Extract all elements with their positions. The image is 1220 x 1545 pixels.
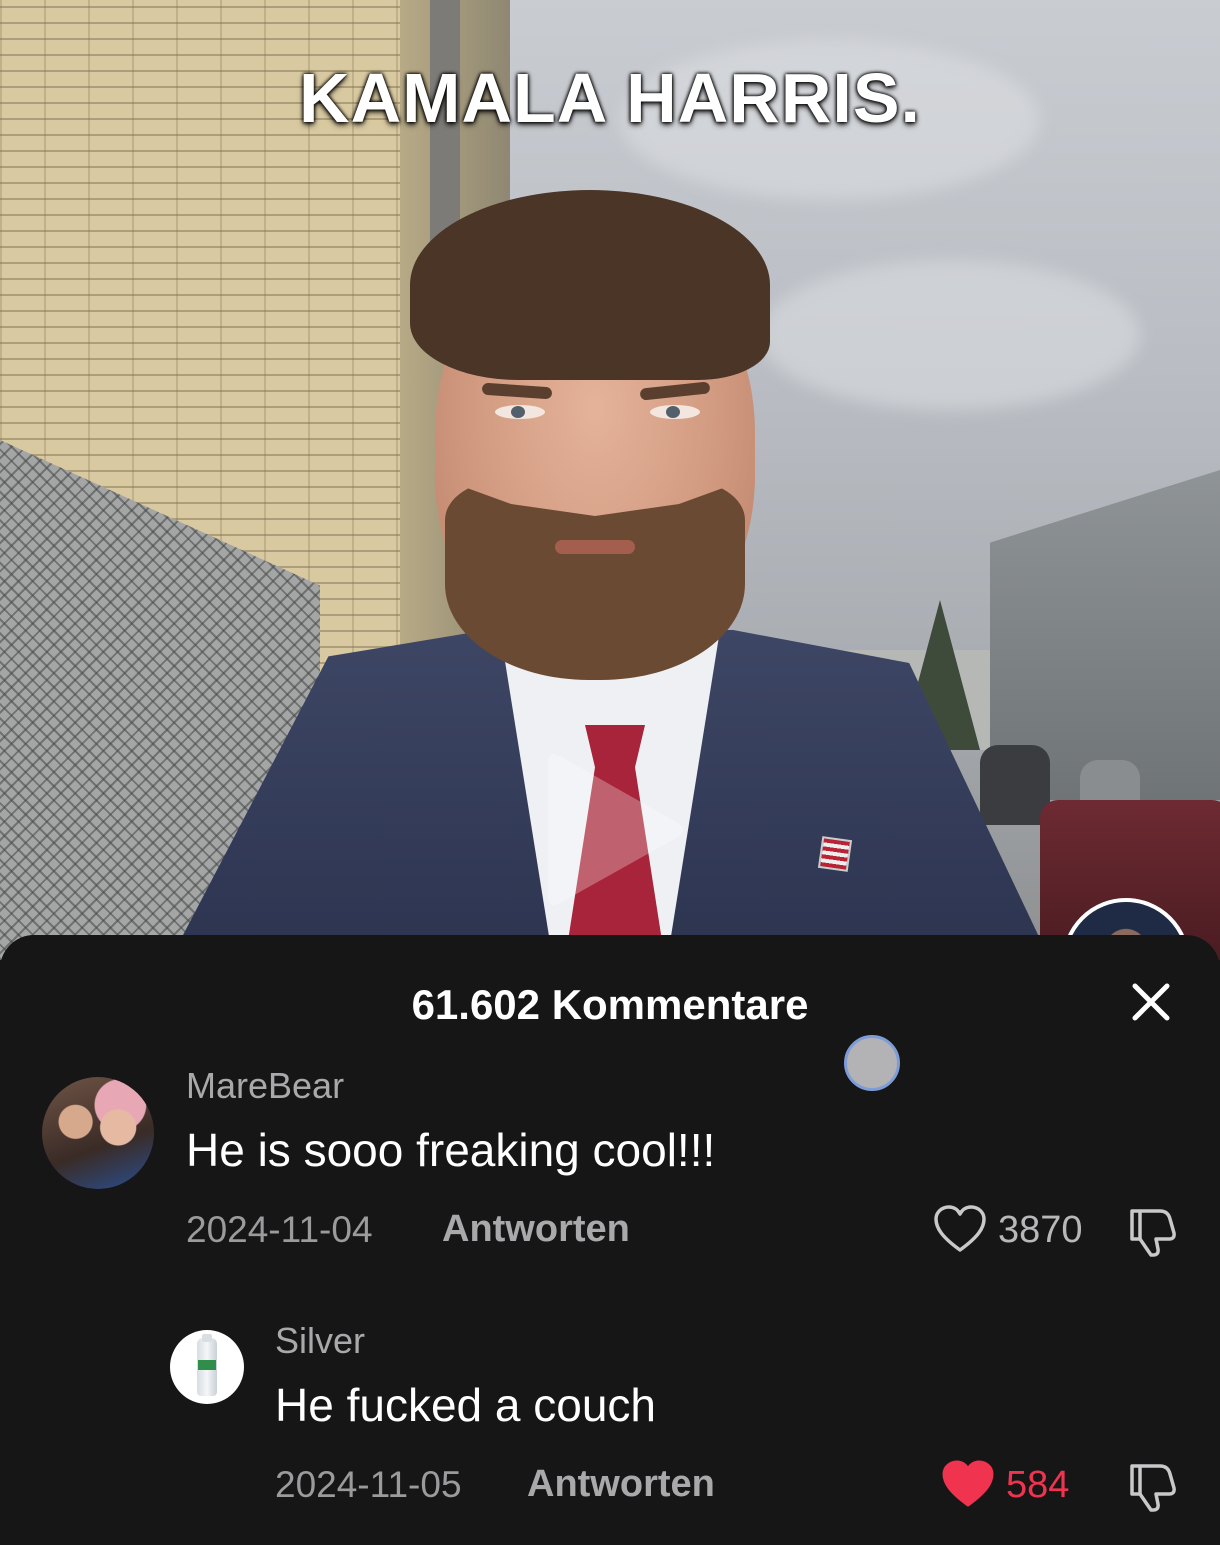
video-caption: KAMALA HARRIS. xyxy=(299,59,921,137)
comment-username[interactable]: Silver xyxy=(275,1320,365,1362)
eye xyxy=(650,405,700,419)
eye xyxy=(495,405,545,419)
comment-text: He fucked a couch xyxy=(275,1379,657,1431)
heart-filled-icon xyxy=(942,1460,994,1507)
avatar[interactable] xyxy=(42,1077,154,1189)
reply-button[interactable]: Antworten xyxy=(527,1463,715,1506)
like-count: 3870 xyxy=(998,1209,1083,1251)
close-icon[interactable] xyxy=(1126,977,1176,1027)
water-bottle-icon xyxy=(197,1334,217,1396)
comment-date: 2024-11-05 xyxy=(275,1464,462,1505)
parked-car xyxy=(1080,760,1140,805)
avatar[interactable] xyxy=(170,1330,244,1404)
video-player[interactable]: KAMALA HARRIS. xyxy=(0,0,1220,960)
flag-pin xyxy=(817,836,853,872)
dislike-icon[interactable] xyxy=(1124,1458,1180,1514)
comment-date: 2024-11-04 xyxy=(186,1209,373,1250)
comment-username[interactable]: MareBear xyxy=(186,1065,344,1107)
like-count: 584 xyxy=(1006,1464,1070,1506)
reply-button[interactable]: Antworten xyxy=(442,1208,630,1251)
hair xyxy=(410,190,770,380)
comments-sheet: 61.602 Kommentare MareBear He is sooo fr… xyxy=(0,935,1220,1545)
heart-outline-icon xyxy=(934,1205,986,1252)
comment-text: He is sooo freaking cool!!! xyxy=(186,1124,716,1176)
play-icon[interactable] xyxy=(548,745,688,915)
comments-count-title: 61.602 Kommentare xyxy=(411,981,809,1028)
comment-item: MareBear He is sooo freaking cool!!! 202… xyxy=(0,1065,1220,1257)
comment-item: Silver He fucked a couch 2024-11-05 Antw… xyxy=(0,1320,1220,1512)
mouth xyxy=(555,540,635,554)
dislike-icon[interactable] xyxy=(1124,1203,1180,1259)
